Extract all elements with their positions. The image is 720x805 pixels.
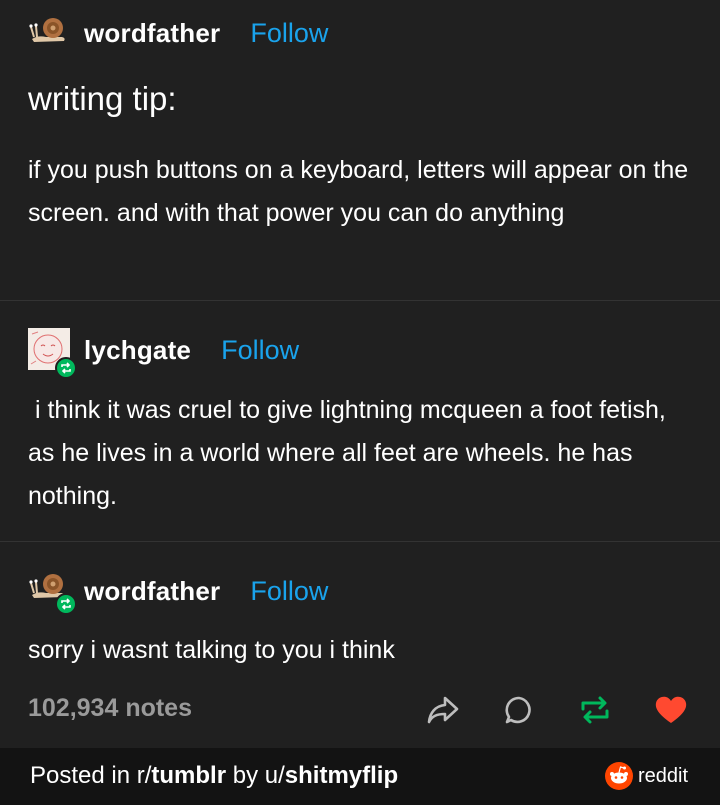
avatar[interactable]	[28, 328, 77, 379]
avatar[interactable]	[28, 13, 74, 53]
reddit-snoo-icon	[605, 762, 633, 790]
reddit-user-link[interactable]: shitmyflip	[285, 762, 398, 789]
like-icon[interactable]	[652, 691, 690, 729]
posted-in-text: Posted in r/tumblr by u/shitmyflip	[30, 762, 398, 790]
snail-avatar-icon	[28, 13, 68, 47]
reblog-badge	[55, 593, 77, 615]
reddit-attribution-bar: Posted in r/tumblr by u/shitmyflip reddi…	[0, 748, 720, 805]
post-header: wordfather Follow	[28, 13, 328, 53]
post-header: lychgate Follow	[28, 328, 299, 379]
post-body: if you push buttons on a keyboard, lette…	[28, 156, 696, 227]
username[interactable]: wordfather	[84, 18, 220, 49]
follow-button[interactable]: Follow	[250, 576, 328, 607]
share-icon[interactable]	[424, 691, 462, 729]
follow-button[interactable]: Follow	[250, 18, 328, 49]
divider	[0, 541, 720, 542]
by-prefix: by u/	[226, 762, 285, 789]
post-body: sorry i wasnt talking to you i think	[28, 636, 395, 664]
post-footer: 102,934 notes	[0, 688, 720, 734]
post-title: writing tip:	[28, 80, 177, 117]
reddit-logo: reddit	[605, 762, 688, 790]
username[interactable]: wordfather	[84, 576, 220, 607]
follow-button[interactable]: Follow	[221, 335, 299, 366]
subreddit-link[interactable]: tumblr	[151, 762, 226, 789]
reply-icon[interactable]	[500, 691, 538, 729]
divider	[0, 300, 720, 301]
reddit-wordmark: reddit	[638, 764, 689, 787]
reblog-badge	[55, 357, 77, 379]
avatar[interactable]	[28, 569, 77, 615]
post-body: i think it was cruel to give lightning m…	[28, 396, 673, 510]
reblog-icon	[61, 362, 71, 374]
reblog-icon[interactable]	[576, 691, 614, 729]
username[interactable]: lychgate	[84, 335, 191, 366]
reblog-icon	[61, 598, 71, 610]
post-header: wordfather Follow	[28, 569, 328, 615]
posted-in-prefix: Posted in r/	[30, 762, 152, 789]
notes-count[interactable]: 102,934 notes	[28, 694, 192, 723]
